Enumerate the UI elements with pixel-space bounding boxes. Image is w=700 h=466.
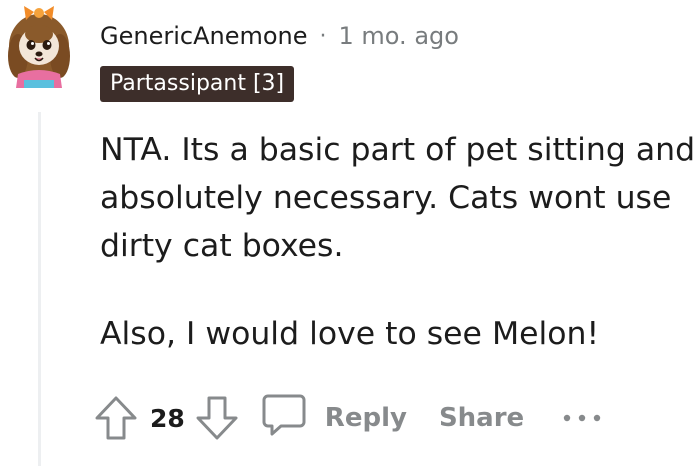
more-options-icon[interactable]	[562, 412, 602, 424]
speech-bubble-icon	[261, 392, 307, 445]
timestamp[interactable]: 1 mo. ago	[339, 22, 459, 50]
comment-header: GenericAnemone · 1 mo. ago	[100, 18, 459, 54]
upvote-arrow-icon[interactable]	[94, 395, 138, 441]
separator-dot: ·	[319, 23, 327, 49]
comment-paragraph: Also, I would love to see Melon!	[100, 316, 600, 352]
vote-score: 28	[150, 403, 185, 433]
user-flair-badge: Partassipant [3]	[100, 66, 295, 102]
comment-paragraph: NTA. Its a basic part of pet sitting and…	[100, 132, 696, 264]
reply-label: Reply	[324, 403, 407, 433]
thread-line[interactable]	[38, 112, 41, 466]
comment-body: NTA. Its a basic part of pet sitting and…	[100, 126, 700, 358]
reply-button[interactable]: Reply	[261, 392, 407, 445]
username-link[interactable]: GenericAnemone	[100, 22, 308, 50]
avatar[interactable]	[4, 4, 74, 88]
comment-actions: 28 Reply Share	[94, 392, 602, 444]
share-button[interactable]: Share	[439, 403, 524, 433]
downvote-arrow-icon[interactable]	[195, 395, 239, 441]
